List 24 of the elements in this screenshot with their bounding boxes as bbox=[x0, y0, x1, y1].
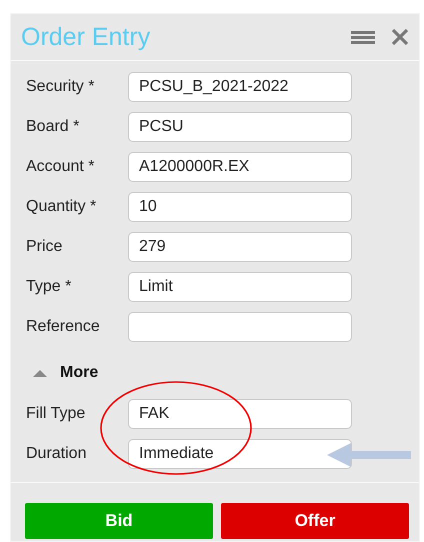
input-field[interactable]: Immediate bbox=[128, 439, 352, 469]
field-label: Quantity * bbox=[26, 198, 98, 216]
field-label: Fill Type bbox=[26, 405, 86, 423]
input-field[interactable]: A1200000R.EX bbox=[128, 152, 352, 182]
offer-button[interactable]: Offer bbox=[221, 503, 409, 539]
menu-icon[interactable] bbox=[351, 29, 375, 45]
field-label: Security * bbox=[26, 78, 96, 96]
more-toggle[interactable]: More bbox=[33, 364, 98, 382]
input-field[interactable]: 279 bbox=[128, 232, 352, 262]
input-field[interactable]: FAK bbox=[128, 399, 352, 429]
input-field[interactable]: 10 bbox=[128, 192, 352, 222]
panel-title: Order Entry bbox=[21, 22, 150, 52]
close-icon[interactable] bbox=[391, 28, 409, 46]
field-label: Price bbox=[26, 238, 64, 256]
field-label: Duration bbox=[26, 445, 88, 463]
input-field[interactable] bbox=[128, 312, 352, 342]
input-field[interactable]: PCSU_B_2021-2022 bbox=[128, 72, 352, 102]
field-label: Reference bbox=[26, 318, 101, 336]
input-field[interactable]: Limit bbox=[128, 272, 352, 302]
field-label: Board * bbox=[26, 118, 80, 136]
caret-up-icon bbox=[33, 369, 47, 377]
field-label: Type * bbox=[26, 278, 72, 296]
input-field[interactable]: PCSU bbox=[128, 112, 352, 142]
field-label: Account * bbox=[26, 158, 96, 176]
